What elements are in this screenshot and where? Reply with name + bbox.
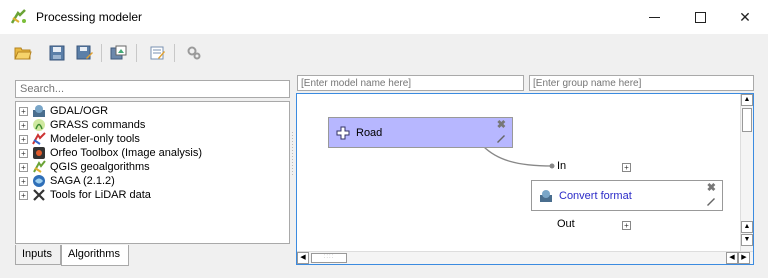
model-canvas[interactable]: Road ✖ In + Convert format ✖ Out + ▲ ▲ ▼… — [296, 93, 754, 265]
expand-icon[interactable]: + — [19, 176, 28, 186]
expand-icon[interactable]: + — [19, 120, 28, 130]
expand-icon[interactable]: + — [19, 148, 28, 158]
node-road[interactable]: Road ✖ — [328, 117, 513, 148]
model-name-input[interactable] — [297, 75, 524, 91]
expand-icon[interactable]: + — [19, 134, 28, 144]
port-out-label: Out — [557, 218, 575, 230]
node-label: Road — [356, 126, 383, 139]
scroll-down-icon[interactable]: ▼ — [741, 234, 753, 246]
tab-algorithms[interactable]: Algorithms — [61, 245, 129, 266]
saga-icon — [32, 174, 46, 188]
tree-item-gdal[interactable]: + GDAL/OGR — [19, 104, 108, 118]
tree-item-label: SAGA (2.1.2) — [50, 175, 115, 187]
lidar-icon — [32, 188, 46, 202]
orfeo-icon — [32, 146, 46, 160]
tree-item-lidar[interactable]: + Tools for LiDAR data — [19, 188, 151, 202]
maximize-icon — [694, 11, 706, 23]
export-image-icon — [110, 45, 127, 60]
tree-item-saga[interactable]: + SAGA (2.1.2) — [19, 174, 115, 188]
tab-label: Inputs — [22, 248, 52, 260]
expand-icon[interactable]: + — [19, 106, 28, 116]
edit-node-icon[interactable] — [495, 132, 507, 144]
expand-icon[interactable]: + — [19, 162, 28, 172]
window-title: Processing modeler — [36, 10, 143, 24]
gdal-icon — [32, 104, 46, 118]
algorithm-tree: + GDAL/OGR + GRASS commands + Modeler-on… — [15, 101, 290, 244]
vertical-scrollbar[interactable]: ▲ ▲ ▼ — [740, 94, 753, 252]
qgis-icon — [32, 160, 46, 174]
export-image-button[interactable] — [108, 42, 130, 64]
scroll-up-icon[interactable]: ▲ — [741, 221, 753, 233]
run-model-icon — [187, 46, 201, 60]
expand-inputs-icon[interactable]: + — [622, 163, 631, 172]
toolbar-separator — [174, 44, 175, 62]
search-input[interactable] — [15, 80, 290, 98]
port-in-label: In — [557, 160, 567, 172]
save-button[interactable] — [46, 42, 68, 64]
minimize-icon — [648, 16, 660, 18]
toolbar-separator — [136, 44, 137, 62]
tree-item-label: GRASS commands — [50, 119, 146, 131]
tab-label: Algorithms — [68, 248, 120, 260]
tree-item-label: Tools for LiDAR data — [50, 189, 151, 201]
tab-inputs[interactable]: Inputs — [15, 245, 61, 265]
input-plus-icon — [336, 126, 350, 140]
group-name-input[interactable] — [529, 75, 754, 91]
node-convert-format[interactable]: Convert format ✖ — [531, 180, 723, 211]
tree-item-grass[interactable]: + GRASS commands — [19, 118, 145, 132]
save-as-icon — [76, 45, 93, 60]
edit-help-button[interactable] — [147, 42, 169, 64]
panel-splitter[interactable] — [290, 130, 294, 190]
remove-node-icon[interactable]: ✖ — [707, 183, 716, 194]
open-model-button[interactable] — [12, 42, 34, 64]
modeler-icon — [32, 132, 46, 146]
horizontal-scrollbar[interactable]: ◀ :::: ◀ ▶ — [297, 251, 753, 264]
save-icon — [49, 45, 65, 61]
expand-outputs-icon[interactable]: + — [622, 221, 631, 230]
minimize-button[interactable] — [631, 0, 677, 34]
tree-item-modeler-only[interactable]: + Modeler-only tools — [19, 132, 140, 146]
run-model-button[interactable] — [183, 42, 205, 64]
gdal-icon — [539, 189, 553, 203]
scrollbar-thumb[interactable]: :::: — [311, 253, 347, 263]
toolbar-separator — [101, 44, 102, 62]
scroll-left-icon[interactable]: ◀ — [726, 252, 738, 264]
edit-help-icon — [150, 46, 165, 60]
tree-item-qgis[interactable]: + QGIS geoalgorithms — [19, 160, 150, 174]
expand-icon[interactable]: + — [19, 190, 28, 200]
scroll-right-icon[interactable]: ▶ — [738, 252, 750, 264]
tree-item-label: GDAL/OGR — [50, 105, 109, 117]
save-as-button[interactable] — [74, 42, 96, 64]
toolbar — [0, 34, 768, 72]
scrollbar-thumb[interactable] — [742, 108, 752, 132]
edit-node-icon[interactable] — [705, 195, 717, 207]
close-button[interactable]: ✕ — [722, 0, 768, 34]
tree-item-orfeo[interactable]: + Orfeo Toolbox (Image analysis) — [19, 146, 202, 160]
node-label: Convert format — [559, 189, 632, 202]
open-folder-icon — [14, 47, 32, 60]
maximize-button[interactable] — [677, 0, 723, 34]
remove-node-icon[interactable]: ✖ — [497, 120, 506, 131]
tree-item-label: Modeler-only tools — [50, 133, 140, 145]
tree-item-label: QGIS geoalgorithms — [50, 161, 150, 173]
tree-item-label: Orfeo Toolbox (Image analysis) — [50, 147, 203, 159]
title-bar: Processing modeler ✕ — [0, 0, 768, 34]
scroll-up-icon[interactable]: ▲ — [741, 94, 753, 106]
qgis-modeler-icon — [10, 9, 28, 25]
grass-icon — [32, 118, 46, 132]
close-icon: ✕ — [739, 8, 751, 25]
scroll-left-icon[interactable]: ◀ — [297, 252, 309, 264]
